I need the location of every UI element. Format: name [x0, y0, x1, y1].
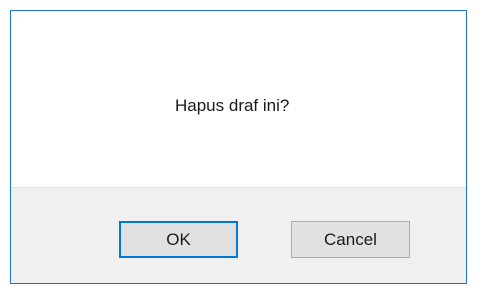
dialog-message: Hapus draf ini? [175, 96, 290, 115]
message-area: Hapus draf ini? [11, 11, 466, 187]
confirm-dialog: Hapus draf ini? OK Cancel [10, 10, 467, 284]
ok-button[interactable]: OK [119, 221, 238, 258]
button-bar: OK Cancel [11, 187, 466, 283]
cancel-button[interactable]: Cancel [291, 221, 410, 258]
